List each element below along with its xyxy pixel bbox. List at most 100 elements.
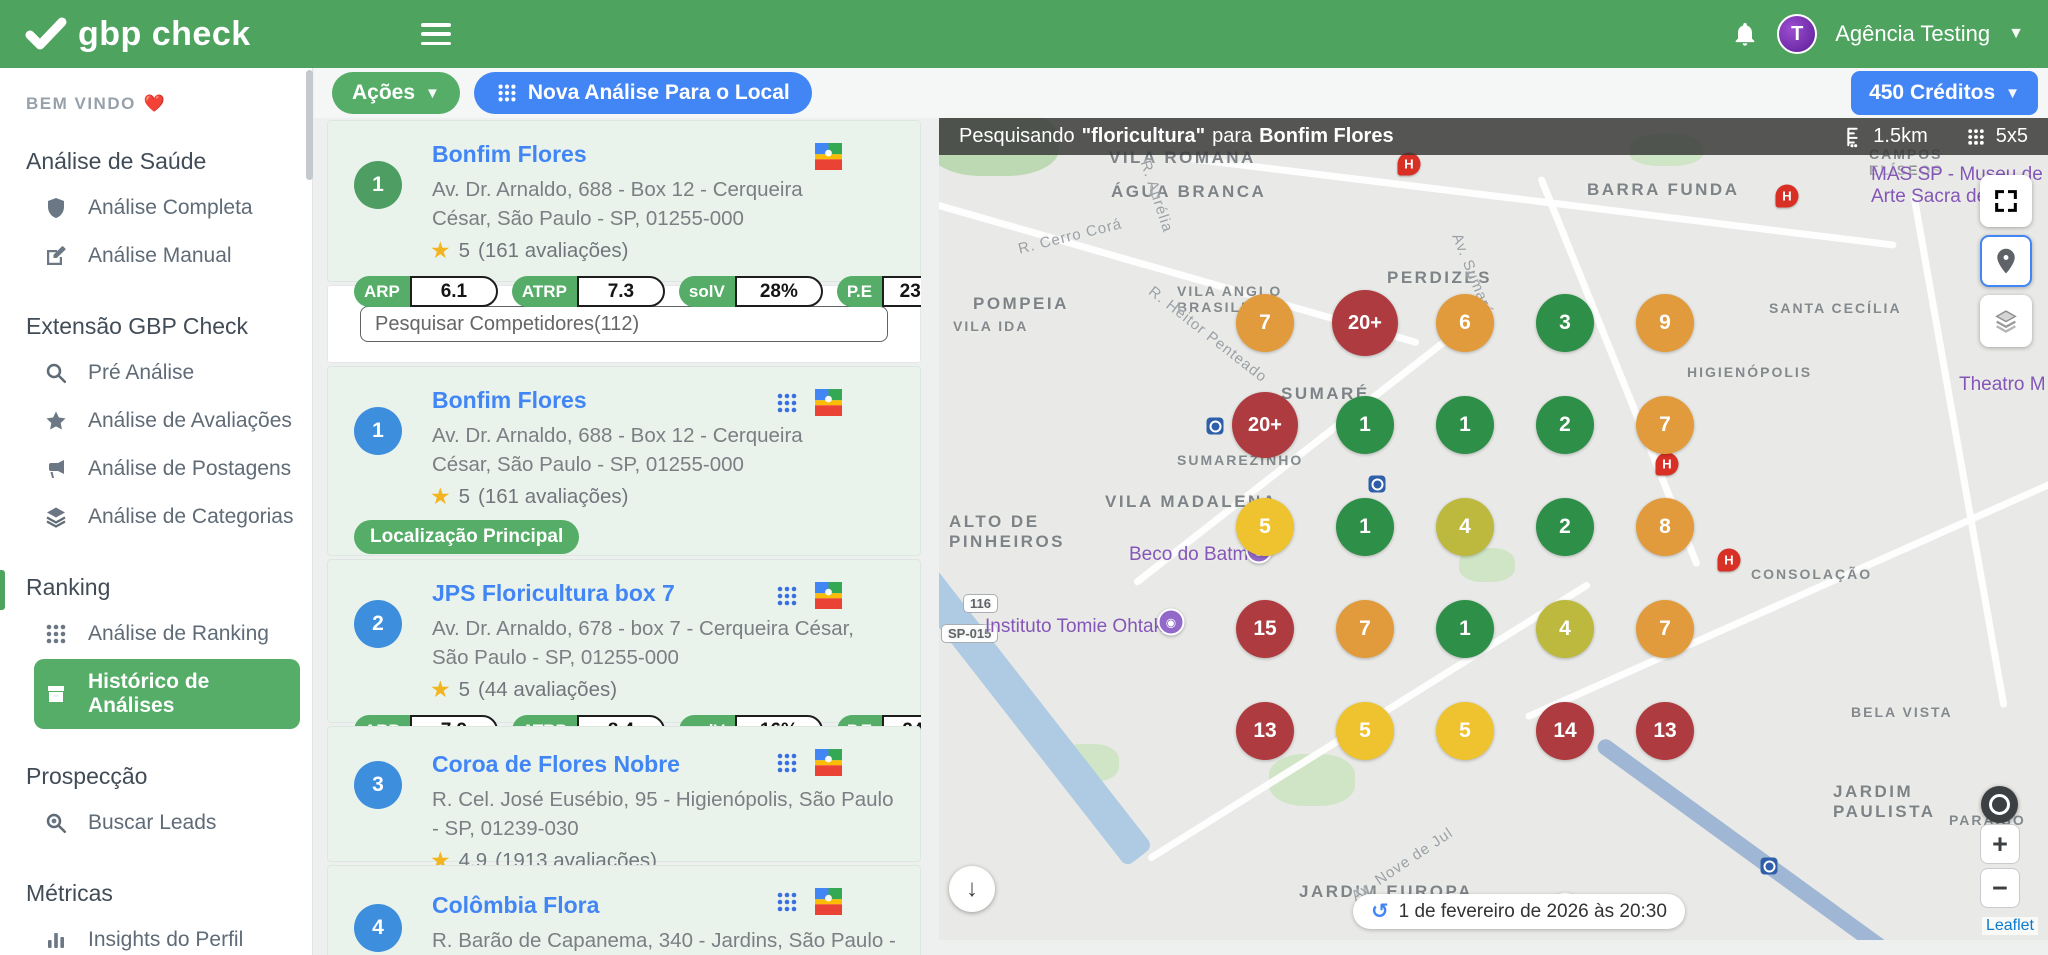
map-label: ALTO DE PINHEIROS: [949, 512, 1065, 552]
zoom-out-button[interactable]: −: [1980, 868, 2020, 908]
map-label: 116: [963, 594, 998, 613]
grid-icon: [1966, 127, 1986, 147]
shield-icon: [44, 196, 68, 220]
map-grid-marker[interactable]: 2: [1536, 498, 1594, 556]
main-location-badge: Localização Principal: [354, 520, 579, 554]
zoom-in-button[interactable]: +: [1980, 824, 2020, 864]
map-grid-marker[interactable]: 1: [1436, 396, 1494, 454]
sidebar-scrollbar[interactable]: [306, 70, 313, 180]
brand-logo[interactable]: gbp check: [24, 15, 251, 54]
hospital-map-pin-icon: H: [1398, 153, 1421, 176]
map-label: BELA VISTA: [1851, 704, 1953, 720]
grid-icon[interactable]: [775, 584, 799, 608]
rating-value: 5: [459, 678, 470, 702]
google-maps-pin-icon[interactable]: [815, 143, 842, 170]
map-grid-marker[interactable]: 4: [1436, 498, 1494, 556]
rank-badge: 1: [354, 161, 402, 209]
competitor-card: 4 Colômbia Flora R. Barão de Capanema, 3…: [327, 865, 921, 955]
map-pin-icon: [1992, 247, 2020, 275]
scroll-down-button[interactable]: ↓: [949, 866, 995, 912]
sidebar-item-analise-postagens[interactable]: Análise de Postagens: [34, 446, 312, 492]
fullscreen-button[interactable]: [1980, 175, 2032, 227]
metric-pe: P.E23 /25: [837, 276, 921, 307]
sidebar-item-label: Insights do Perfil: [88, 928, 243, 952]
competitor-card: 1 Bonfim Flores Av. Dr. Arnaldo, 688 - B…: [327, 366, 921, 556]
map-canvas[interactable]: Pesquisando "floricultura" para Bonfim F…: [939, 118, 2048, 940]
map-grid-marker[interactable]: 20+: [1232, 392, 1298, 458]
map-grid-marker[interactable]: 6: [1436, 294, 1494, 352]
avatar[interactable]: T: [1777, 14, 1817, 54]
sidebar-item-analise-completa[interactable]: Análise Completa: [34, 185, 312, 231]
map-grid-marker[interactable]: 8: [1636, 498, 1694, 556]
map-grid-marker[interactable]: 20+: [1332, 290, 1398, 356]
star-icon: ★: [430, 483, 451, 510]
map-grid-marker[interactable]: 1: [1336, 498, 1394, 556]
grid-icon[interactable]: [775, 751, 799, 775]
competitor-card: 2 JPS Floricultura box 7 Av. Dr. Arnaldo…: [327, 559, 921, 723]
actions-button[interactable]: Ações ▼: [332, 72, 460, 114]
map-grid-marker[interactable]: 4: [1536, 600, 1594, 658]
map-grid-marker[interactable]: 2: [1536, 396, 1594, 454]
map-grid-marker[interactable]: 13: [1636, 702, 1694, 760]
search-competitors-input[interactable]: [360, 306, 888, 342]
metrics-row: ARP6.1 ATRP7.3 solV28% P.E23 /25: [354, 276, 900, 307]
rating-value: 5: [459, 485, 470, 509]
map-grid-marker[interactable]: 1: [1436, 600, 1494, 658]
business-address: R. Barão de Capanema, 340 - Jardins, São…: [432, 926, 900, 955]
sidebar-item-label: Histórico de Análises: [88, 670, 290, 718]
menu-icon[interactable]: [421, 23, 451, 45]
section-title: Prospecção: [26, 763, 312, 790]
sidebar-item-analise-avaliacoes[interactable]: Análise de Avaliações: [34, 398, 312, 444]
map-grid-marker[interactable]: 5: [1236, 498, 1294, 556]
map-grid-marker[interactable]: 7: [1336, 600, 1394, 658]
rating-row: ★ 5 (161 avaliações): [430, 237, 900, 264]
map-grid-marker[interactable]: 14: [1536, 702, 1594, 760]
metro-map-pin-icon: [1369, 476, 1386, 493]
map-grid-marker[interactable]: 7: [1636, 600, 1694, 658]
map-grid-marker[interactable]: 1: [1336, 396, 1394, 454]
marker-toggle-button[interactable]: [1980, 235, 2032, 287]
metro-map-pin-icon: [1207, 418, 1224, 435]
sidebar: BEM VINDO❤️ Análise de Saúde Análise Com…: [0, 68, 313, 955]
sidebar-item-analise-ranking[interactable]: Análise de Ranking: [34, 611, 312, 657]
map-grid-marker[interactable]: 9: [1636, 294, 1694, 352]
map-label: Instituto Tomie Ohtake: [985, 616, 1174, 638]
map-grid-marker[interactable]: 13: [1236, 702, 1294, 760]
map-grid-marker[interactable]: 15: [1236, 600, 1294, 658]
google-maps-pin-icon[interactable]: [815, 389, 842, 416]
rank-badge: 4: [354, 904, 402, 952]
credits-button[interactable]: 450 Créditos ▼: [1851, 71, 2038, 115]
map-grid-marker[interactable]: 5: [1336, 702, 1394, 760]
google-maps-pin-icon[interactable]: [815, 888, 842, 915]
welcome-text: BEM VINDO❤️: [26, 94, 312, 114]
sidebar-item-buscar-leads[interactable]: Buscar Leads: [34, 800, 312, 846]
map-grid-marker[interactable]: 3: [1536, 294, 1594, 352]
map-label: HIGIENÓPOLIS: [1687, 364, 1812, 380]
credits-label: 450 Créditos: [1869, 81, 1995, 105]
sidebar-item-pre-analise[interactable]: Pré Análise: [34, 350, 312, 396]
account-chevron-down-icon[interactable]: ▼: [2008, 25, 2024, 43]
google-maps-pin-icon[interactable]: [815, 582, 842, 609]
map-grid-marker[interactable]: 7: [1236, 294, 1294, 352]
sidebar-item-analise-manual[interactable]: Análise Manual: [34, 233, 312, 279]
palette-map-pin-icon: ◉: [1158, 609, 1185, 636]
section-analise-saude: Análise de Saúde Análise Completa Anális…: [26, 148, 312, 279]
sidebar-item-historico-analises[interactable]: Histórico de Análises: [34, 659, 300, 729]
sidebar-item-analise-categorias[interactable]: Análise de Categorias: [34, 494, 312, 540]
competitor-card: 3 Coroa de Flores Nobre R. Cel. José Eus…: [327, 726, 921, 862]
history-refresh-icon[interactable]: ↺: [1371, 901, 1389, 922]
search-icon: [44, 361, 68, 385]
star-icon: ★: [430, 676, 451, 703]
locate-button[interactable]: [1981, 786, 2018, 823]
notifications-bell-icon[interactable]: [1731, 20, 1759, 48]
new-analysis-button[interactable]: Nova Análise Para o Local: [474, 72, 812, 114]
google-maps-pin-icon[interactable]: [815, 749, 842, 776]
map-grid-marker[interactable]: 5: [1436, 702, 1494, 760]
section-title: Métricas: [26, 880, 312, 907]
sidebar-item-insights-perfil[interactable]: Insights do Perfil: [34, 917, 312, 955]
map-grid-marker[interactable]: 7: [1636, 396, 1694, 454]
layers-control-button[interactable]: [1980, 295, 2032, 347]
grid-icon[interactable]: [775, 890, 799, 914]
leaflet-attribution-link[interactable]: Leaflet: [1982, 917, 2038, 935]
grid-icon[interactable]: [775, 391, 799, 415]
